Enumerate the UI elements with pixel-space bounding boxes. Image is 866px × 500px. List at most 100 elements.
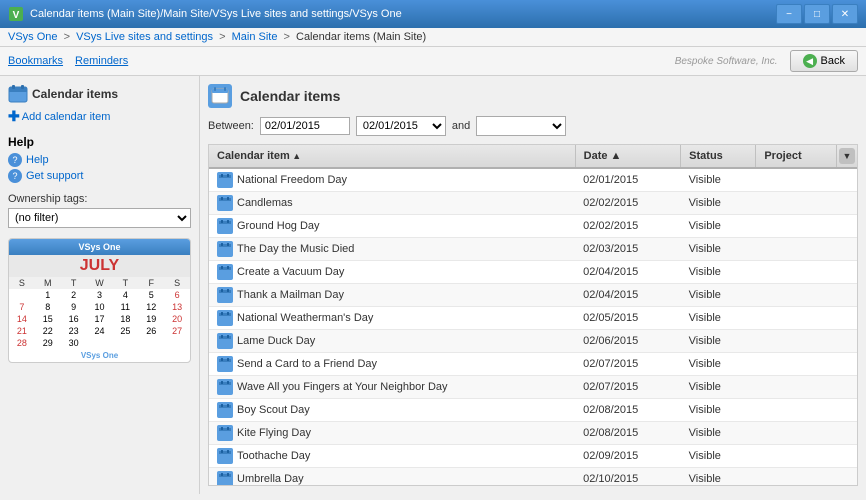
cell-date: 02/10/2015 <box>575 468 681 487</box>
sidebar: Calendar items ✚ Add calendar item Help … <box>0 76 200 494</box>
cell-status: Visible <box>681 330 756 353</box>
row-calendar-icon <box>217 425 233 441</box>
col-header-project[interactable]: Project <box>756 145 837 168</box>
cell-project <box>756 330 837 353</box>
and-label: and <box>452 120 470 132</box>
cell-project <box>756 284 837 307</box>
date-from-input[interactable] <box>260 117 350 135</box>
cell-date: 02/04/2015 <box>575 284 681 307</box>
table-row[interactable]: Umbrella Day02/10/2015Visible <box>209 468 857 487</box>
cell-status: Visible <box>681 376 756 399</box>
table-row[interactable]: Candlemas02/02/2015Visible <box>209 192 857 215</box>
breadcrumb-current: Calendar items (Main Site) <box>296 31 426 43</box>
row-calendar-icon <box>217 310 233 326</box>
table-row[interactable]: The Day the Music Died02/03/2015Visible <box>209 238 857 261</box>
row-calendar-icon <box>217 287 233 303</box>
table-row[interactable]: Ground Hog Day02/02/2015Visible <box>209 215 857 238</box>
cell-status: Visible <box>681 261 756 284</box>
row-calendar-icon <box>217 471 233 486</box>
row-calendar-icon <box>217 195 233 211</box>
support-link[interactable]: ? Get support <box>8 169 191 183</box>
cell-date: 02/02/2015 <box>575 215 681 238</box>
svg-text:V: V <box>13 10 20 21</box>
col-header-item[interactable]: Calendar item <box>209 145 575 168</box>
maximize-button[interactable]: □ <box>804 4 830 24</box>
content-area: Calendar items Between: 02/01/2015 and C… <box>200 76 866 494</box>
cell-item-name: Send a Card to a Friend Day <box>209 353 575 376</box>
cell-item-name: Candlemas <box>209 192 575 215</box>
date-to-dropdown[interactable] <box>476 116 566 136</box>
filter-col-header: ▼ <box>837 145 858 168</box>
close-button[interactable]: ✕ <box>832 4 858 24</box>
calendar-days: 123456 78910111213 14151617181920 212223… <box>9 289 190 349</box>
toolbar: Bookmarks Reminders Bespoke Software, In… <box>0 47 866 76</box>
cell-project <box>756 261 837 284</box>
ownership-label: Ownership tags: <box>8 193 191 205</box>
table-row[interactable]: Boy Scout Day02/08/2015Visible <box>209 399 857 422</box>
cell-date: 02/07/2015 <box>575 353 681 376</box>
cell-status: Visible <box>681 168 756 192</box>
cell-date: 02/08/2015 <box>575 399 681 422</box>
row-calendar-icon <box>217 218 233 234</box>
content-title: Calendar items <box>240 88 340 104</box>
cell-date: 02/03/2015 <box>575 238 681 261</box>
row-calendar-icon <box>217 356 233 372</box>
cell-date: 02/02/2015 <box>575 192 681 215</box>
title-bar: V Calendar items (Main Site)/Main Site/V… <box>0 0 866 28</box>
add-icon: ✚ <box>8 108 20 125</box>
calendar-footer: VSys One <box>9 349 190 362</box>
help-link[interactable]: ? Help <box>8 153 191 167</box>
minimize-button[interactable]: − <box>776 4 802 24</box>
row-calendar-icon <box>217 264 233 280</box>
col-header-status[interactable]: Status <box>681 145 756 168</box>
cell-item-name: Lame Duck Day <box>209 330 575 353</box>
between-row: Between: 02/01/2015 and <box>208 116 858 136</box>
col-header-date[interactable]: Date ▲ <box>575 145 681 168</box>
bookmarks-link[interactable]: Bookmarks <box>8 55 63 67</box>
table-row[interactable]: Thank a Mailman Day02/04/2015Visible <box>209 284 857 307</box>
calendar-table: Calendar item Date ▲ Status Project ▼ Na… <box>209 145 857 486</box>
add-calendar-item-link[interactable]: ✚ Add calendar item <box>8 108 191 125</box>
cell-project <box>756 215 837 238</box>
filter-icon[interactable]: ▼ <box>839 148 855 164</box>
ownership-section: Ownership tags: (no filter) <box>8 193 191 228</box>
cell-project <box>756 376 837 399</box>
cell-item-name: National Weatherman's Day <box>209 307 575 330</box>
cell-status: Visible <box>681 284 756 307</box>
cell-project <box>756 307 837 330</box>
breadcrumb-vsys-one[interactable]: VSys One <box>8 31 58 43</box>
cell-date: 02/08/2015 <box>575 422 681 445</box>
table-body: National Freedom Day02/01/2015VisibleCan… <box>209 168 857 486</box>
date-dropdown[interactable]: 02/01/2015 <box>356 116 446 136</box>
table-row[interactable]: Kite Flying Day02/08/2015Visible <box>209 422 857 445</box>
app-icon: V <box>8 6 24 22</box>
window-controls: − □ ✕ <box>776 4 858 24</box>
help-icon: ? <box>8 153 22 167</box>
table-row[interactable]: Wave All you Fingers at Your Neighbor Da… <box>209 376 857 399</box>
ownership-select[interactable]: (no filter) <box>8 208 191 228</box>
table-row[interactable]: Create a Vacuum Day02/04/2015Visible <box>209 261 857 284</box>
calendar-section-icon <box>8 84 28 104</box>
breadcrumb-live-sites[interactable]: VSys Live sites and settings <box>76 31 213 43</box>
help-title: Help <box>8 135 191 149</box>
cell-date: 02/01/2015 <box>575 168 681 192</box>
table-row[interactable]: National Freedom Day02/01/2015Visible <box>209 168 857 192</box>
cell-project <box>756 422 837 445</box>
table-row[interactable]: Send a Card to a Friend Day02/07/2015Vis… <box>209 353 857 376</box>
cell-project <box>756 445 837 468</box>
cell-project <box>756 468 837 487</box>
table-row[interactable]: National Weatherman's Day02/05/2015Visib… <box>209 307 857 330</box>
calendar-month: JULY <box>9 255 190 277</box>
cell-item-name: Umbrella Day <box>209 468 575 487</box>
between-label: Between: <box>208 120 254 132</box>
back-button[interactable]: ◀ Back <box>790 50 858 72</box>
table-row[interactable]: Lame Duck Day02/06/2015Visible <box>209 330 857 353</box>
cell-project <box>756 238 837 261</box>
cell-project <box>756 399 837 422</box>
table-row[interactable]: Toothache Day02/09/2015Visible <box>209 445 857 468</box>
reminders-link[interactable]: Reminders <box>75 55 128 67</box>
breadcrumb-main-site[interactable]: Main Site <box>232 31 278 43</box>
cell-item-name: National Freedom Day <box>209 168 575 192</box>
title-bar-text: Calendar items (Main Site)/Main Site/VSy… <box>30 8 776 20</box>
row-calendar-icon <box>217 402 233 418</box>
